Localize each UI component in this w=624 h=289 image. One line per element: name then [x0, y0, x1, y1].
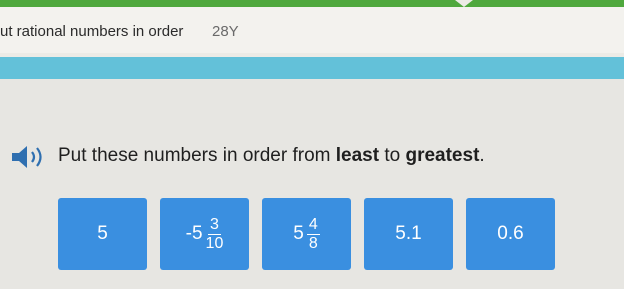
tile-five-point-one[interactable]: 5.1 — [364, 198, 453, 270]
tile-zero-point-six[interactable]: 0.6 — [466, 198, 555, 270]
tile-label: 5 — [97, 223, 108, 244]
tile-positive-mixed-fraction[interactable]: 5 4 8 — [262, 198, 351, 270]
fraction-numerator: 3 — [207, 215, 221, 235]
top-progress-stripe — [0, 0, 624, 7]
banner-strip — [0, 57, 624, 79]
fraction-numerator: 4 — [306, 215, 320, 235]
tile-five[interactable]: 5 — [58, 198, 147, 270]
tile-negative-mixed-fraction[interactable]: -5 3 10 — [160, 198, 249, 270]
question-prompt: Put these numbers in order from least to… — [58, 145, 485, 167]
fraction-whole: -5 — [185, 223, 203, 244]
lesson-code: 28Y — [212, 23, 239, 40]
speaker-icon[interactable] — [10, 143, 50, 171]
prompt-least: least — [335, 145, 380, 166]
prompt-greatest: greatest — [405, 145, 480, 166]
prompt-text-start: Put these numbers in order from — [58, 145, 336, 166]
prompt-text-end: . — [479, 145, 485, 166]
lesson-title: ut rational numbers in order — [0, 23, 184, 40]
tile-label: 5.1 — [395, 223, 422, 244]
fraction-whole: 5 — [293, 223, 304, 244]
fraction-stack: 4 8 — [306, 215, 320, 252]
tile-label: 0.6 — [497, 223, 524, 244]
mixed-fraction: -5 3 10 — [185, 215, 224, 252]
fraction-denominator: 8 — [308, 234, 318, 252]
prompt-text-mid: to — [379, 145, 406, 166]
fraction-denominator: 10 — [205, 234, 224, 252]
number-tiles: 5 -5 3 10 5 4 8 5.1 0.6 — [58, 198, 558, 270]
fraction-stack: 3 10 — [205, 215, 224, 252]
stripe-notch — [455, 0, 473, 7]
mixed-fraction: 5 4 8 — [293, 215, 320, 252]
